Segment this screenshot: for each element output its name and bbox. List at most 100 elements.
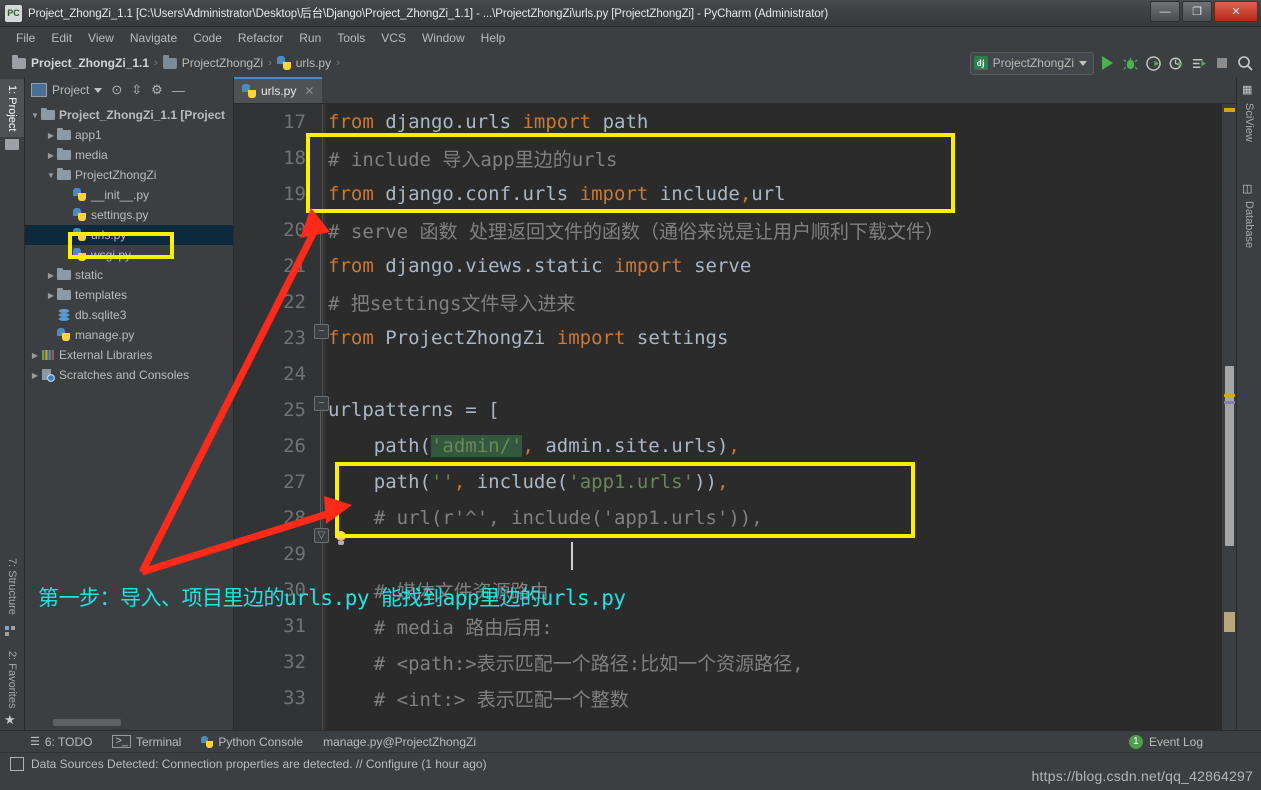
tree-item[interactable]: ▶ templates	[25, 285, 233, 305]
run-with-console-button[interactable]	[1189, 52, 1209, 74]
code-line[interactable]: 32 # <path:>表示匹配一个路径:比如一个资源路径,	[234, 644, 1236, 680]
chevron-down-icon[interactable]: ▼	[45, 171, 57, 180]
menu-view[interactable]: View	[80, 29, 122, 47]
code-line[interactable]: 22 # 把settings文件导入进来	[234, 284, 1236, 320]
tree-item[interactable]: ▶ app1	[25, 125, 233, 145]
code-line[interactable]: 23 from ProjectZhongZi import settings	[234, 320, 1236, 356]
code-token: from	[328, 327, 386, 349]
tree-item[interactable]: ▼ ProjectZhongZi	[25, 165, 233, 185]
menu-vcs[interactable]: VCS	[373, 29, 414, 47]
run-button[interactable]	[1097, 52, 1117, 74]
tree-item[interactable]: manage.py	[25, 325, 233, 345]
tool-window-status-bar: ☰ 6: TODO >_ Terminal Python Console man…	[0, 730, 1261, 752]
minimize-button[interactable]: —	[1150, 1, 1180, 22]
status-item-terminal[interactable]: >_ Terminal	[112, 735, 181, 749]
menu-edit[interactable]: Edit	[43, 29, 80, 47]
settings-gear-icon[interactable]: ⚙	[151, 82, 163, 98]
close-button[interactable]: ✕	[1214, 1, 1258, 22]
sidebar-item-label: 7: Structure	[6, 558, 18, 615]
hide-panel-icon[interactable]: —	[172, 83, 185, 98]
folder-icon	[57, 268, 71, 282]
code-line[interactable]: 33 # <int:> 表示匹配一个整数	[234, 680, 1236, 716]
code-line[interactable]: 30 # 媒体文件资源路由	[234, 572, 1236, 608]
scrollbar-thumb[interactable]	[1225, 366, 1234, 546]
maximize-button[interactable]: ❐	[1182, 1, 1212, 22]
code-line[interactable]: 25 urlpatterns = [	[234, 392, 1236, 428]
scrollbar-warning-marker[interactable]	[1224, 394, 1235, 397]
tree-item[interactable]: ▼ Project_ZhongZi_1.1 [Project	[25, 105, 233, 125]
search-everywhere-icon[interactable]	[1235, 52, 1255, 74]
tree-item[interactable]: wsgi.py	[25, 245, 233, 265]
breadcrumb-item-project[interactable]: Project_ZhongZi_1.1	[8, 54, 153, 71]
code-line[interactable]: 18 # include 导入app里边的urls	[234, 140, 1236, 176]
menu-bar: File Edit View Navigate Code Refactor Ru…	[0, 27, 1261, 49]
menu-refactor[interactable]: Refactor	[230, 29, 291, 47]
menu-navigate[interactable]: Navigate	[122, 29, 185, 47]
run-configuration-selector[interactable]: dj ProjectZhongZi	[969, 51, 1094, 75]
menu-code[interactable]: Code	[185, 29, 230, 47]
tree-item[interactable]: __init__.py	[25, 185, 233, 205]
close-icon[interactable]: ✕	[304, 84, 314, 98]
status-item-manage-py[interactable]: manage.py@ProjectZhongZi	[323, 735, 476, 749]
code-line[interactable]: 24	[234, 356, 1236, 392]
chevron-right-icon[interactable]: ▶	[45, 271, 57, 280]
sidebar-item-database[interactable]: Database	[1237, 195, 1261, 254]
tree-item-label: static	[75, 268, 104, 282]
event-log-button[interactable]: 1 Event Log	[1128, 734, 1203, 749]
sidebar-item-project[interactable]: 1: Project	[0, 79, 24, 138]
tree-item[interactable]: ▶ Scratches and Consoles	[25, 365, 233, 385]
chevron-right-icon[interactable]: ▶	[45, 291, 57, 300]
tree-item[interactable]: db.sqlite3	[25, 305, 233, 325]
scrollbar-change-marker[interactable]	[1224, 612, 1235, 632]
project-tree-hscrollbar[interactable]	[25, 716, 233, 730]
project-panel-title[interactable]: Project	[31, 83, 103, 97]
tree-item[interactable]: ▶ External Libraries	[25, 345, 233, 365]
code-line[interactable]: 28 # url(r'^', include('app1.urls')),	[234, 500, 1236, 536]
breadcrumb-item-module[interactable]: ProjectZhongZi	[159, 54, 267, 71]
code-line[interactable]: 31 # media 路由后用:	[234, 608, 1236, 644]
chevron-right-icon[interactable]: ▶	[29, 371, 41, 380]
breadcrumb-label: Project_ZhongZi_1.1	[31, 56, 150, 70]
scrollbar-info-marker[interactable]	[1224, 401, 1235, 404]
chevron-right-icon[interactable]: ▶	[45, 151, 57, 160]
stop-button[interactable]	[1212, 52, 1232, 74]
profile-button[interactable]	[1166, 52, 1186, 74]
code-line[interactable]: 29	[234, 536, 1236, 572]
sidebar-item-favorites[interactable]: 2: Favorites	[0, 645, 24, 714]
status-item-python-console[interactable]: Python Console	[201, 735, 303, 749]
project-view-icon	[31, 83, 47, 97]
tree-item[interactable]: settings.py	[25, 205, 233, 225]
menu-help[interactable]: Help	[473, 29, 514, 47]
sidebar-item-sciview[interactable]: SciView	[1237, 97, 1261, 148]
code-token: import	[579, 183, 660, 205]
scrollbar-warning-marker[interactable]	[1224, 108, 1235, 112]
tree-item-label: __init__.py	[91, 188, 150, 202]
debug-button[interactable]	[1120, 52, 1140, 74]
code-line[interactable]: 21 from django.views.static import serve	[234, 248, 1236, 284]
code-line[interactable]: 19 from django.conf.urls import include,u…	[234, 176, 1236, 212]
status-item-label: 6: TODO	[44, 734, 93, 749]
code-line[interactable]: 20 # serve 函数 处理返回文件的函数（通俗来说是让用户顺利下载文件）	[234, 212, 1236, 248]
code-line[interactable]: 17 from django.urls import path	[234, 104, 1236, 140]
editor-vertical-scrollbar[interactable]	[1221, 104, 1236, 730]
chevron-down-icon[interactable]: ▼	[29, 111, 41, 120]
sidebar-item-structure[interactable]: 7: Structure	[0, 552, 24, 621]
editor-tab-urls-py[interactable]: urls.py ✕	[234, 77, 323, 103]
tree-item[interactable]: urls.py	[25, 225, 233, 245]
menu-file[interactable]: File	[8, 29, 43, 47]
tree-item[interactable]: ▶ static	[25, 265, 233, 285]
menu-window[interactable]: Window	[414, 29, 473, 47]
menu-tools[interactable]: Tools	[329, 29, 373, 47]
locate-icon[interactable]: ⊙	[111, 82, 122, 98]
chevron-right-icon[interactable]: ▶	[29, 351, 41, 360]
tree-item[interactable]: ▶ media	[25, 145, 233, 165]
run-coverage-button[interactable]	[1143, 52, 1163, 74]
code-line[interactable]: 27 path('', include('app1.urls')),	[234, 464, 1236, 500]
status-item-todo[interactable]: ☰ 6: TODO	[30, 735, 92, 749]
code-line[interactable]: 26 path('admin/', admin.site.urls),	[234, 428, 1236, 464]
chevron-right-icon[interactable]: ▶	[45, 131, 57, 140]
collapse-all-icon[interactable]: ⇳	[131, 82, 142, 98]
code-editor[interactable]: − − ▽ 17 from django.urls import path 18 # …	[234, 104, 1236, 730]
breadcrumb-item-file[interactable]: urls.py	[273, 55, 335, 71]
menu-run[interactable]: Run	[291, 29, 329, 47]
